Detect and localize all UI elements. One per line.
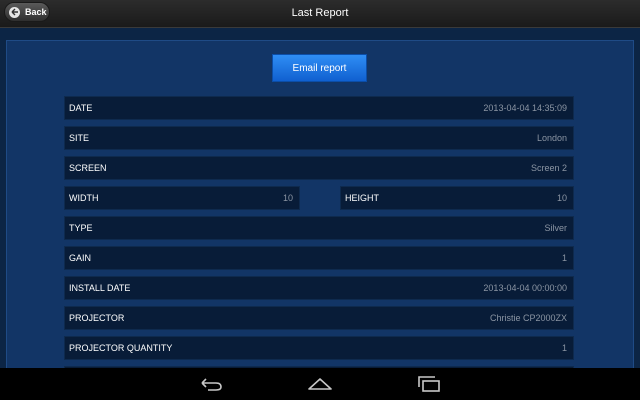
row-label: WIDTH xyxy=(69,193,99,203)
row-value: 2013-04-04 00:00:00 xyxy=(483,283,567,293)
row-label: PROJECTOR xyxy=(69,313,125,323)
row-gain: GAIN 1 xyxy=(64,246,574,270)
row-value: 2013-04-04 14:35:09 xyxy=(483,103,567,113)
row-label: INSTALL DATE xyxy=(69,283,131,293)
row-value: Silver xyxy=(544,223,567,233)
row-label: DATE xyxy=(69,103,93,113)
nav-recents-icon[interactable] xyxy=(414,374,444,394)
nav-back-icon[interactable] xyxy=(196,374,226,394)
row-value: 10 xyxy=(282,193,293,203)
row-value: 1 xyxy=(561,253,567,263)
row-width: WIDTH 10 xyxy=(64,186,300,210)
page-title: Last Report xyxy=(291,7,349,19)
row-value: 10 xyxy=(556,193,567,203)
row-install-date: INSTALL DATE 2013-04-04 00:00:00 xyxy=(64,276,574,300)
row-value: Screen 2 xyxy=(530,163,567,173)
report-panel: Email report DATE 2013-04-04 14:35:09 SI… xyxy=(6,40,634,390)
row-label: SCREEN xyxy=(69,163,107,173)
system-nav-bar xyxy=(0,368,640,400)
row-value: London xyxy=(536,133,567,143)
row-projector: PROJECTOR Christie CP2000ZX xyxy=(64,306,574,330)
row-site: SITE London xyxy=(64,126,574,150)
content-area: Email report DATE 2013-04-04 14:35:09 SI… xyxy=(0,28,640,390)
nav-home-icon[interactable] xyxy=(305,374,335,394)
row-label: PROJECTOR QUANTITY xyxy=(69,343,173,353)
row-value: 1 xyxy=(561,343,567,353)
email-report-button[interactable]: Email report xyxy=(272,54,367,82)
row-value: Christie CP2000ZX xyxy=(489,313,567,323)
row-label: TYPE xyxy=(69,223,93,233)
row-projector-quantity: PROJECTOR QUANTITY 1 xyxy=(64,336,574,360)
row-type: TYPE Silver xyxy=(64,216,574,240)
row-label: HEIGHT xyxy=(345,193,380,203)
row-label: SITE xyxy=(69,133,90,143)
row-date: DATE 2013-04-04 14:35:09 xyxy=(64,96,574,120)
row-screen: SCREEN Screen 2 xyxy=(64,156,574,180)
top-bar: Back Last Report xyxy=(0,0,640,28)
row-height: HEIGHT 10 xyxy=(340,186,574,210)
row-label: GAIN xyxy=(69,253,92,263)
